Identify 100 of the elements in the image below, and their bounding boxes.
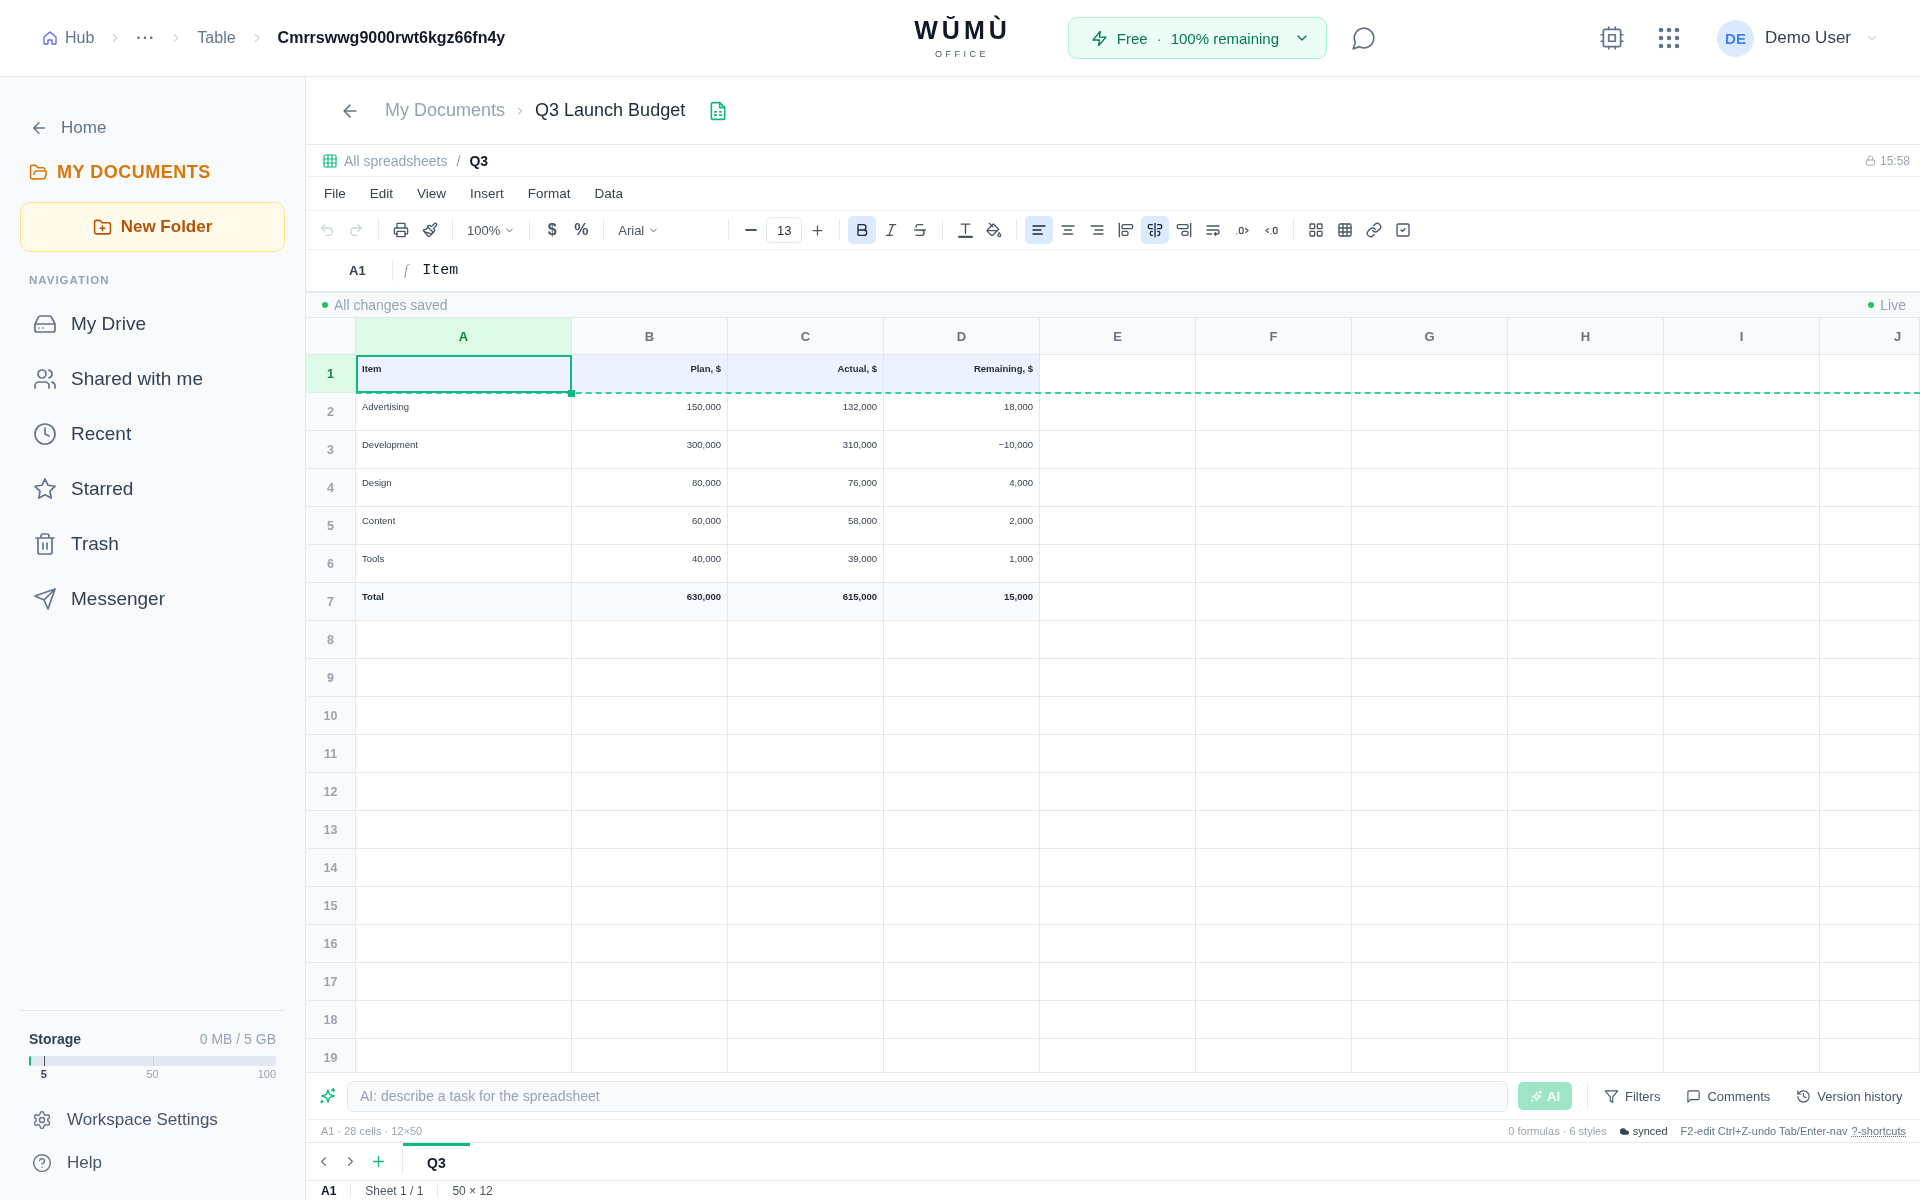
sheet-name: Q3 <box>469 152 489 169</box>
storage-label: Storage <box>29 1031 82 1047</box>
add-sheet-icon[interactable] <box>370 1153 387 1170</box>
column-header[interactable]: D <box>884 318 1040 355</box>
home-icon <box>42 30 58 46</box>
nav-item[interactable]: My Drive <box>20 296 285 351</box>
zoom-dropdown[interactable]: 100% <box>461 216 522 244</box>
percent-format-button[interactable]: % <box>567 216 596 244</box>
ai-prompt-field[interactable]: AI: describe a task for the spreadsheet <box>347 1080 1508 1112</box>
shortcuts-link[interactable]: ?-shortcuts <box>1851 1125 1906 1137</box>
breadcrumb-link[interactable]: Hub <box>42 29 95 47</box>
plus-icon <box>809 222 825 238</box>
filters-button[interactable]: Filters <box>1604 1088 1661 1104</box>
fill-handle[interactable] <box>568 390 575 397</box>
row-number[interactable]: 9 <box>306 659 356 697</box>
align-middle-icon <box>1147 222 1164 238</box>
row-number[interactable]: 11 <box>306 735 356 773</box>
row-number[interactable]: 16 <box>306 925 356 963</box>
new-folder-button[interactable]: New Folder <box>20 202 285 252</box>
link-icon <box>1366 222 1383 238</box>
breadcrumb-link[interactable]: My Documents <box>385 100 506 121</box>
row-number[interactable]: 8 <box>306 621 356 659</box>
sparkles-icon <box>1530 1089 1543 1103</box>
breadcrumb-current: Cmrrswwg9000rwt6kgz66fn4y <box>277 29 506 47</box>
breadcrumb-link[interactable]: Table <box>197 29 236 47</box>
nav-item[interactable]: Starred <box>20 461 285 516</box>
home-link[interactable]: Home <box>30 117 107 139</box>
column-header[interactable]: H <box>1508 318 1664 355</box>
row-number[interactable]: 1 <box>306 355 356 393</box>
column-header[interactable]: A <box>356 318 572 355</box>
active-cell-label: A1 <box>321 1183 337 1198</box>
currency-format-button[interactable]: $ <box>538 216 567 244</box>
bold-button[interactable] <box>848 216 877 244</box>
column-header[interactable]: J <box>1820 318 1920 355</box>
comments-button[interactable]: Comments <box>1686 1088 1771 1104</box>
footer-link[interactable]: Workspace Settings <box>20 1098 218 1141</box>
column-header[interactable]: I <box>1664 318 1820 355</box>
menu-item[interactable]: Insert <box>470 186 504 201</box>
breadcrumb-more-button[interactable]: ··· <box>136 29 156 47</box>
row-number[interactable]: 6 <box>306 545 356 583</box>
star-icon <box>33 476 57 501</box>
paintbrush-icon <box>422 222 438 238</box>
all-spreadsheets-link[interactable]: All spreadsheets <box>344 152 448 169</box>
table-cell: 300,000 <box>572 431 728 469</box>
table-cell: Content <box>356 507 572 545</box>
row-number[interactable]: 13 <box>306 811 356 849</box>
storage-tick-label: 50 <box>146 1068 159 1080</box>
plan-button[interactable]: Free · 100% remaining <box>1067 17 1328 59</box>
sheet-tab[interactable]: Q3 <box>403 1143 470 1180</box>
nav-item[interactable]: Messenger <box>20 571 285 626</box>
text-color-icon <box>956 221 974 239</box>
undo-icon <box>319 222 335 238</box>
storage-usage: 0 MB / 5 GB <box>199 1031 276 1047</box>
total-cell: Total <box>356 583 572 621</box>
menu-item[interactable]: Edit <box>369 186 394 201</box>
row-number[interactable]: 19 <box>306 1039 356 1072</box>
version-history-button[interactable]: Version history <box>1796 1088 1903 1104</box>
row-number[interactable]: 17 <box>306 963 356 1001</box>
nav-item[interactable]: Shared with me <box>20 351 285 406</box>
row-number[interactable]: 4 <box>306 469 356 507</box>
align-end-icon <box>1176 222 1193 238</box>
row-number[interactable]: 10 <box>306 697 356 735</box>
row-number[interactable]: 14 <box>306 849 356 887</box>
formula-field[interactable]: Item <box>422 262 459 279</box>
column-header[interactable]: E <box>1040 318 1196 355</box>
nav-item[interactable]: Trash <box>20 516 285 571</box>
user-name[interactable]: Demo User <box>1765 28 1851 48</box>
user-avatar[interactable]: DE <box>1717 19 1755 57</box>
row-number[interactable]: 12 <box>306 773 356 811</box>
chip-icon[interactable] <box>1599 25 1626 51</box>
column-header[interactable]: C <box>728 318 884 355</box>
align-left-button[interactable] <box>1025 216 1054 244</box>
name-box[interactable]: A1 <box>349 263 379 278</box>
font-size-field[interactable]: 13 <box>766 217 803 243</box>
footer-link[interactable]: Help <box>20 1141 102 1184</box>
apps-grid-icon[interactable] <box>1657 26 1682 50</box>
wrap-text-icon <box>1205 222 1222 238</box>
column-header[interactable]: F <box>1196 318 1352 355</box>
menu-item[interactable]: Format <box>527 186 571 201</box>
menu-item[interactable]: Data <box>594 186 624 201</box>
menu-item[interactable]: View <box>417 186 447 201</box>
storage-tick-label: 5 <box>40 1068 47 1080</box>
document-title: Q3 Launch Budget <box>535 100 686 121</box>
paint-bucket-icon <box>986 222 1003 238</box>
column-header[interactable]: G <box>1352 318 1508 355</box>
row-number[interactable]: 7 <box>306 583 356 621</box>
row-number[interactable]: 2 <box>306 393 356 431</box>
menu-item[interactable]: File <box>324 186 346 201</box>
strikethrough-icon <box>912 222 929 238</box>
row-number[interactable]: 3 <box>306 431 356 469</box>
row-number[interactable]: 5 <box>306 507 356 545</box>
chat-icon[interactable] <box>1351 25 1378 51</box>
align-middle-button[interactable] <box>1141 216 1170 244</box>
sheet-size: 50 × 12 <box>452 1183 493 1198</box>
row-number[interactable]: 18 <box>306 1001 356 1039</box>
font-dropdown[interactable]: Arial <box>612 216 721 244</box>
nav-item[interactable]: Recent <box>20 406 285 461</box>
path-separator: / <box>456 152 461 169</box>
row-number[interactable]: 15 <box>306 887 356 925</box>
column-header[interactable]: B <box>572 318 728 355</box>
